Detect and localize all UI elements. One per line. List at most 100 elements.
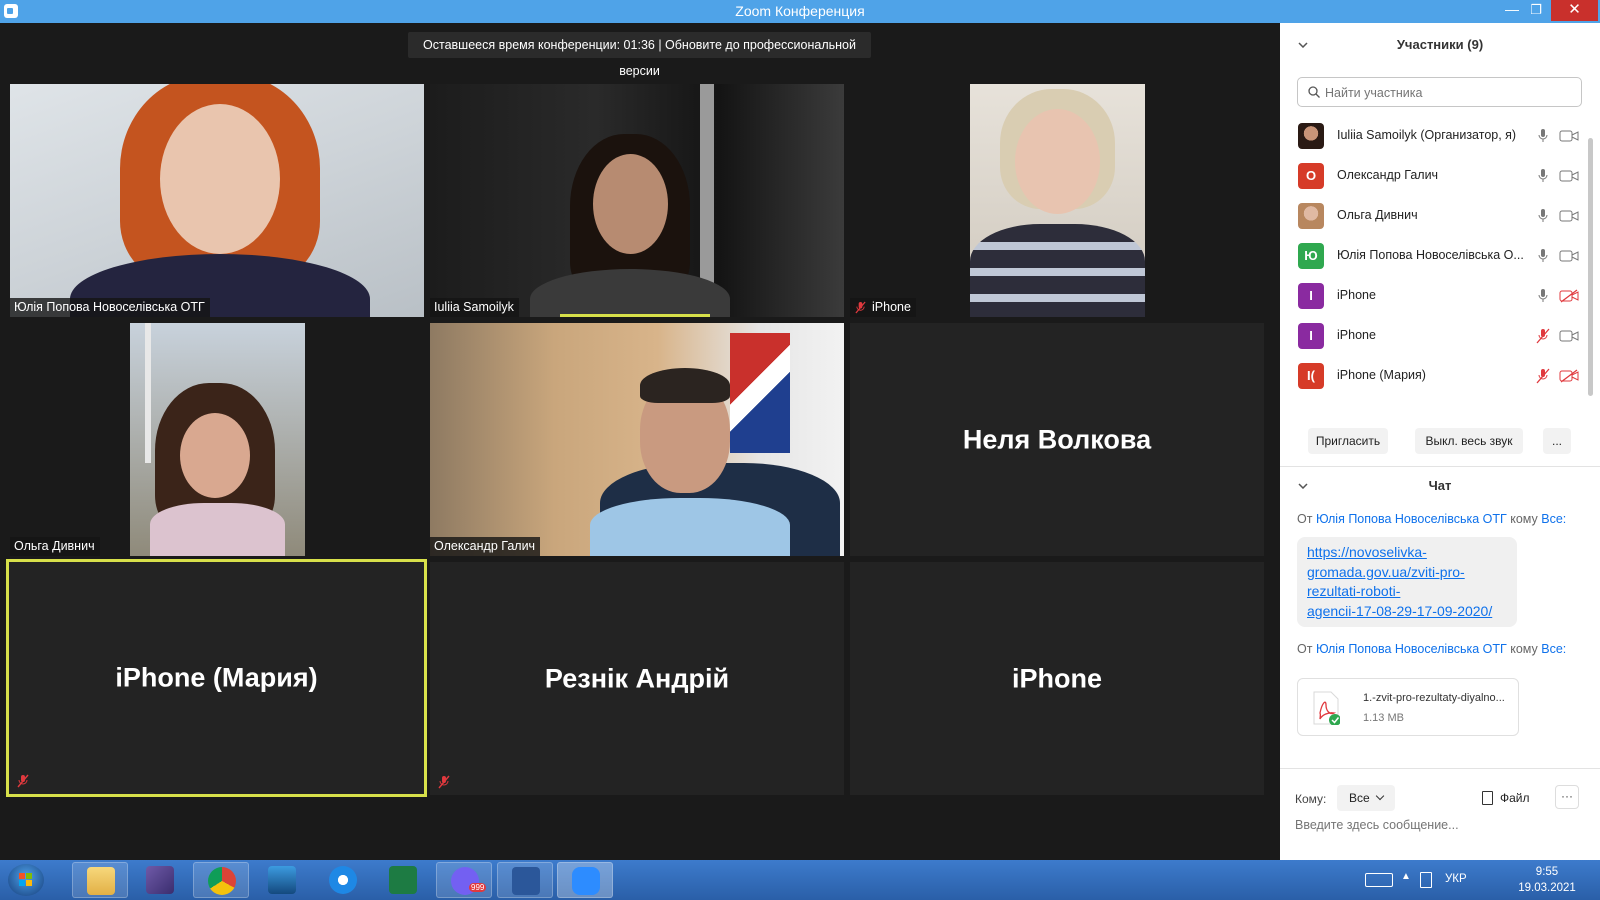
mic-muted-icon[interactable] — [1536, 327, 1550, 345]
mute-all-button[interactable]: Выкл. весь звук — [1415, 428, 1523, 454]
app-taskbar-button[interactable] — [132, 862, 188, 898]
video-camera-icon[interactable] — [1559, 329, 1579, 343]
link-line: agencii-17-08-29-17-09-2020/ — [1307, 602, 1493, 619]
video-tile[interactable]: Юлія Попова Новоселівська ОТГ — [10, 84, 424, 317]
invite-button[interactable]: Пригласить — [1308, 428, 1388, 454]
name-tile[interactable]: Резнік Андрій — [430, 562, 844, 795]
monitor-app-taskbar-button[interactable] — [254, 862, 310, 898]
video-tile[interactable]: iPhone — [850, 84, 1264, 317]
participants-more-button[interactable]: ... — [1543, 428, 1571, 454]
mic-muted-icon — [438, 775, 450, 789]
participant-name: Юлія Попова Новоселівська О... — [1337, 248, 1524, 262]
name-tile[interactable]: Неля Волкова — [850, 323, 1264, 556]
video-camera-off-icon[interactable] — [1559, 289, 1579, 303]
file-attachment[interactable]: 1.-zvit-pro-rezultaty-diyalno... 1.13 MB — [1297, 678, 1519, 736]
taskbar-clock[interactable]: 9:55 19.03.2021 — [1512, 864, 1582, 896]
word-taskbar-button[interactable] — [497, 862, 553, 898]
mic-icon[interactable] — [1536, 167, 1550, 185]
avatar — [1298, 123, 1324, 149]
video-camera-icon[interactable] — [1559, 129, 1579, 143]
file-icon — [1482, 791, 1493, 805]
recipient-name[interactable]: Все: — [1541, 642, 1566, 656]
chrome-taskbar-button[interactable] — [193, 862, 249, 898]
keyboard-icon[interactable] — [1365, 873, 1393, 887]
viber-taskbar-button[interactable]: 999 — [436, 862, 492, 898]
participant-name: Резнік Андрій — [544, 663, 730, 693]
message-bubble: https://novoselivka- gromada.gov.ua/zvit… — [1297, 537, 1517, 627]
chat-title: Чат — [1428, 478, 1452, 493]
send-file-button[interactable]: Файл — [1482, 786, 1530, 810]
participant-list-scrollbar[interactable] — [1588, 138, 1593, 396]
from-prefix: От — [1297, 512, 1313, 526]
torso-shape — [970, 224, 1145, 317]
active-speaker-indicator — [560, 314, 710, 317]
mic-muted-icon[interactable] — [1536, 367, 1550, 385]
chrome-icon — [208, 867, 236, 895]
mic-icon[interactable] — [1536, 247, 1550, 265]
participant-row[interactable]: I( iPhone (Мария) — [1280, 356, 1600, 397]
video-tile[interactable]: Iuliia Samoilyk — [430, 84, 844, 317]
name-tile[interactable]: iPhone — [850, 562, 1264, 795]
video-camera-icon[interactable] — [1559, 209, 1579, 223]
tray-expand-icon[interactable]: ▲ — [1401, 871, 1411, 882]
excel-icon — [389, 866, 417, 894]
start-button[interactable] — [8, 864, 44, 896]
tile-name-text: iPhone — [872, 300, 911, 314]
internet-explorer-icon — [329, 866, 357, 894]
link-line: gromada.gov.ua/zviti-pro- — [1307, 563, 1465, 580]
participant-row[interactable]: Ю Юлія Попова Новоселівська О... — [1280, 236, 1600, 277]
participant-row[interactable]: О Олександр Галич — [1280, 156, 1600, 197]
video-camera-off-icon[interactable] — [1559, 369, 1579, 383]
from-prefix: От — [1297, 642, 1313, 656]
right-sidebar: Участники (9) Iuliia Samoilyk (Организат… — [1280, 23, 1600, 860]
participant-name: iPhone — [1011, 663, 1102, 693]
language-indicator[interactable]: УКР — [1445, 873, 1467, 885]
video-feed — [970, 84, 1145, 317]
mic-icon[interactable] — [1536, 287, 1550, 305]
monitor-icon — [268, 866, 296, 894]
participant-row[interactable]: Iuliia Samoilyk (Организатор, я) — [1280, 116, 1600, 157]
sender-name[interactable]: Юлія Попова Новоселівська ОТГ — [1316, 512, 1507, 526]
participants-header: Участники (9) — [1280, 23, 1600, 69]
participant-row[interactable]: Ольга Дивнич — [1280, 196, 1600, 237]
mic-icon[interactable] — [1536, 207, 1550, 225]
section-divider — [1280, 768, 1600, 769]
internet-explorer-taskbar-button[interactable] — [315, 862, 371, 898]
minimize-button[interactable]: — — [1500, 0, 1524, 21]
chat-more-button[interactable]: ··· — [1555, 785, 1579, 809]
maximize-button[interactable]: ❐ — [1524, 0, 1548, 21]
recipient-select[interactable]: Все — [1337, 785, 1395, 811]
excel-taskbar-button[interactable] — [375, 862, 431, 898]
participants-title: Участники (9) — [1396, 37, 1484, 52]
chat-message-input[interactable] — [1295, 813, 1585, 837]
participant-row[interactable]: I iPhone — [1280, 316, 1600, 357]
search-input[interactable] — [1325, 83, 1575, 103]
recipient-name[interactable]: Все: — [1541, 512, 1566, 526]
face-shape — [593, 154, 668, 254]
message-link[interactable]: https://novoselivka- gromada.gov.ua/zvit… — [1297, 537, 1517, 627]
avatar: О — [1298, 163, 1324, 189]
zoom-taskbar-button[interactable] — [557, 862, 613, 898]
video-camera-icon[interactable] — [1559, 169, 1579, 183]
window-title: Zoom Конференция — [735, 3, 865, 19]
torso-shape — [150, 503, 285, 556]
participant-search[interactable] — [1297, 77, 1582, 107]
mic-icon[interactable] — [1536, 127, 1550, 145]
video-feed — [10, 84, 424, 317]
participant-name: Ольга Дивнич — [1337, 208, 1418, 222]
explorer-taskbar-button[interactable] — [72, 862, 128, 898]
video-tile[interactable]: Ольга Дивнич — [10, 323, 424, 556]
close-button[interactable]: ✕ — [1551, 0, 1598, 21]
sender-name[interactable]: Юлія Попова Новоселівська ОТГ — [1316, 642, 1507, 656]
participant-row[interactable]: I iPhone — [1280, 276, 1600, 317]
video-camera-icon[interactable] — [1559, 249, 1579, 263]
face-shape — [160, 104, 280, 254]
section-divider — [1280, 466, 1600, 467]
active-speaker-tile[interactable]: iPhone (Мария) — [6, 559, 427, 797]
time-remaining-banner[interactable]: Оставшееся время конференции: 01:36 | Об… — [408, 32, 871, 78]
participant-name: iPhone (Мария) — [1337, 368, 1426, 382]
video-tile[interactable]: Олександр Галич — [430, 323, 844, 556]
windows-taskbar: 999 ▲ УКР 9:55 19.03.2021 — [0, 860, 1600, 900]
participant-name: iPhone (Мария) — [115, 662, 318, 693]
network-icon[interactable] — [1420, 872, 1432, 888]
